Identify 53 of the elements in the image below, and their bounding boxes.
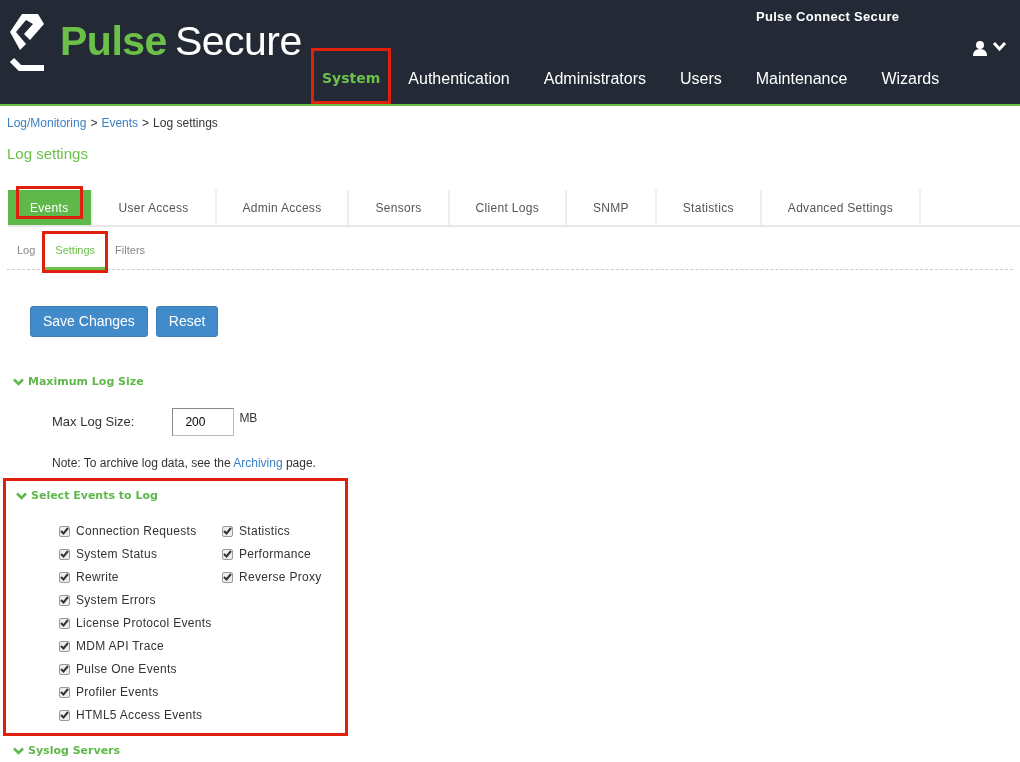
product-name: Pulse Connect Secure (756, 8, 900, 26)
section-title: Syslog Servers (28, 742, 121, 759)
breadcrumb-separator: > (90, 115, 98, 132)
action-button[interactable]: Save Changes (30, 305, 148, 337)
field-label: Max Log Size: (52, 413, 135, 432)
checkbox-label: License Protocol Events (76, 615, 212, 632)
checkbox[interactable] (59, 617, 70, 629)
checkbox[interactable] (59, 548, 70, 560)
subtab[interactable]: Filters (105, 234, 156, 270)
checkbox[interactable] (59, 663, 70, 675)
nav-item[interactable]: Users (663, 48, 739, 104)
nav-item[interactable]: Maintenance (738, 48, 865, 104)
archiving-link[interactable]: Archiving (233, 456, 283, 470)
breadcrumb-separator: > (142, 115, 150, 132)
logo-text: Secure (174, 20, 302, 62)
nav-item[interactable]: System (311, 48, 392, 104)
nav-item[interactable]: Authentication (391, 48, 527, 104)
chevron-down-icon[interactable] (992, 40, 1007, 52)
page-title: Log settings (6, 144, 89, 163)
checkbox[interactable] (59, 594, 70, 606)
action-button[interactable]: Reset (155, 305, 219, 337)
checkbox[interactable] (59, 571, 70, 583)
breadcrumb-current: Log settings (153, 115, 218, 132)
checkbox-label: System Errors (76, 592, 156, 609)
checkbox-label: MDM API Trace (76, 638, 164, 655)
breadcrumb-link[interactable]: Events (101, 114, 139, 132)
checkbox-label: Performance (239, 546, 311, 563)
checkbox[interactable] (59, 709, 70, 721)
section-title: Maximum Log Size (28, 373, 144, 390)
nav-item[interactable]: Wizards (864, 48, 957, 104)
nav-item[interactable]: Administrators (526, 48, 663, 104)
checkbox[interactable] (222, 548, 233, 560)
logo-text: Pulse (60, 20, 167, 62)
section-title: Select Events to Log (31, 488, 158, 504)
input-field[interactable]: 200 (172, 408, 235, 436)
checkbox-label: System Status (76, 546, 158, 563)
user-icon[interactable] (972, 40, 988, 56)
checkbox-label: Statistics (239, 523, 290, 540)
note-text: Note: To archive log data, see the Archiving page. (52, 455, 317, 472)
checkbox-label: Reverse Proxy (239, 569, 322, 586)
unit-label: MB (239, 410, 258, 427)
breadcrumb-link[interactable]: Log/Monitoring (7, 114, 87, 132)
checkbox[interactable] (59, 525, 70, 537)
checkbox-label: Rewrite (76, 569, 119, 586)
checkbox-label: Connection Requests (76, 523, 197, 540)
checkbox-label: Profiler Events (76, 684, 159, 701)
subtab[interactable]: Log (7, 234, 46, 270)
checkbox[interactable] (59, 686, 70, 698)
checkbox[interactable] (222, 525, 233, 537)
checkbox-label: HTML5 Access Events (76, 707, 203, 724)
checkbox-label: Pulse One Events (76, 661, 177, 678)
checkbox[interactable] (222, 571, 233, 583)
checkbox[interactable] (59, 640, 70, 652)
